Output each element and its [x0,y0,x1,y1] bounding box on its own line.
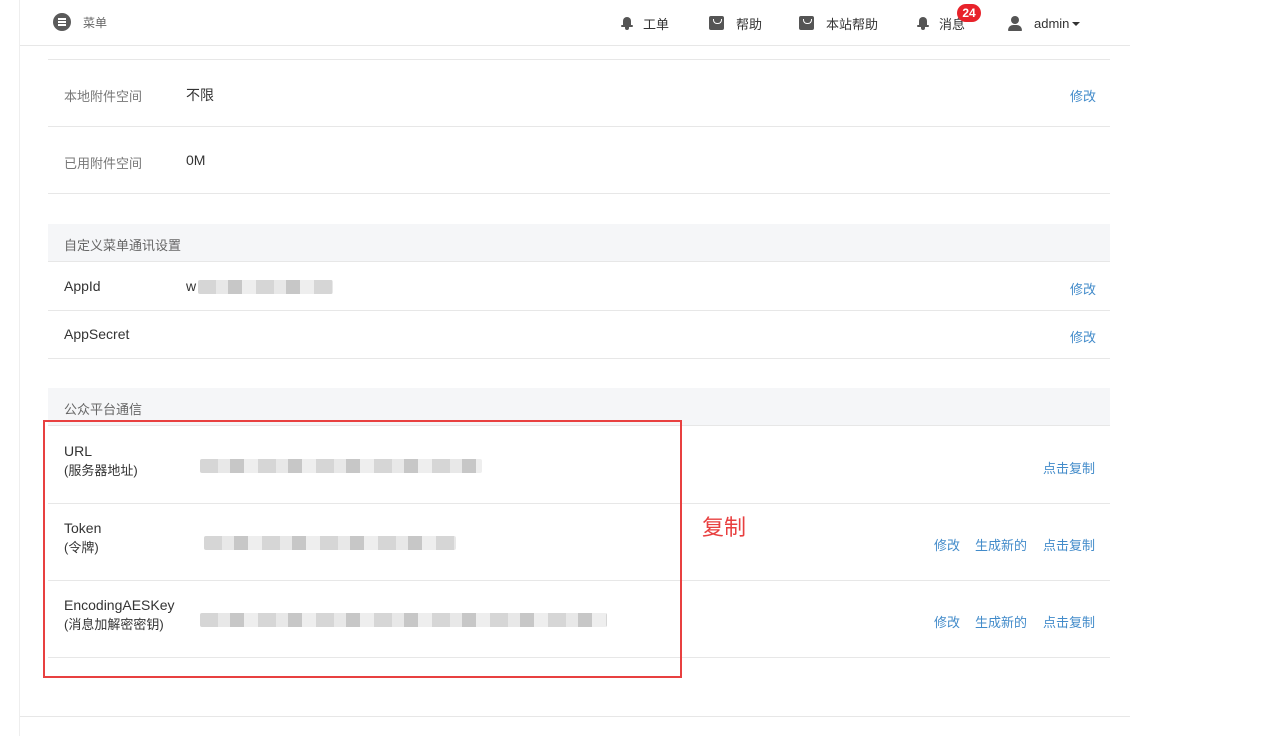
menu-comm-section-header: 自定义菜单通讯设置 [48,224,1110,262]
platform-section-header: 公众平台通信 [48,388,1110,426]
copy-token-link[interactable]: 点击复制 [1043,535,1095,554]
nav-help[interactable]: 帮助 [709,0,762,46]
caret-down-icon [1072,22,1081,26]
redacted-value [204,536,456,550]
local-attachment-label: 本地附件空间 [64,89,143,104]
token-label-text: Token [64,520,102,536]
redacted-value [198,280,333,294]
appid-label: AppId [64,278,101,294]
edit-aeskey-link[interactable]: 修改 [934,612,960,631]
bell-icon [621,16,633,30]
nav-site-help[interactable]: 本站帮助 [799,0,878,46]
appsecret-row: AppSecret 修改 [48,311,1110,359]
url-label-text: URL [64,443,93,459]
redacted-value [200,613,607,627]
nav-site-help-label: 本站帮助 [826,16,879,32]
left-divider [19,0,20,736]
copy-url-link[interactable]: 点击复制 [1043,458,1095,477]
regenerate-aeskey-link[interactable]: 生成新的 [975,612,1027,631]
edit-appsecret-link[interactable]: 修改 [1070,327,1096,346]
shopping-bag-icon [709,16,724,30]
nav-messages[interactable]: 消息 24 [917,0,981,46]
bell-icon [917,16,929,30]
appid-value: w [186,278,197,294]
local-attachment-value: 不限 [186,87,214,103]
token-row: Token (令牌) 修改 生成新的 点击复制 [48,504,1110,581]
menu-list-icon [53,13,71,31]
url-sublabel: (服务器地址) [64,463,138,478]
regenerate-token-link[interactable]: 生成新的 [975,535,1027,554]
top-navbar: 菜单 工单 帮助 本站帮助 消息 24 admin [20,0,1130,46]
edit-local-attachment-link[interactable]: 修改 [1070,86,1096,105]
message-count-badge: 24 [957,4,981,22]
token-label: Token (令牌) [64,519,101,557]
appsecret-label: AppSecret [64,326,130,342]
aeskey-label-text: EncodingAESKey [64,597,175,613]
copy-aeskey-link[interactable]: 点击复制 [1043,612,1095,631]
nav-ticket-label: 工单 [643,16,670,32]
footer-divider [20,716,1130,717]
url-row: URL (服务器地址) 点击复制 [48,427,1110,504]
menu-toggle-button[interactable]: 菜单 [53,13,107,31]
user-menu[interactable]: admin [1008,0,1081,46]
nav-help-label: 帮助 [736,16,763,32]
menu-comm-section-title: 自定义菜单通讯设置 [64,238,182,253]
nav-ticket[interactable]: 工单 [621,0,669,46]
user-icon [1008,15,1022,31]
used-attachment-value: 0M [186,152,206,168]
user-name: admin [1034,15,1070,31]
aeskey-sublabel: (消息加解密密钥) [64,617,164,632]
platform-section-title: 公众平台通信 [64,402,143,417]
edit-appid-link[interactable]: 修改 [1070,279,1096,298]
appid-row: AppId w 修改 [48,263,1110,311]
aeskey-row: EncodingAESKey (消息加解密密钥) 修改 生成新的 点击复制 [48,581,1110,658]
shopping-bag-icon [799,16,814,30]
local-attachment-row: 本地附件空间 不限 修改 [48,60,1110,127]
url-label: URL (服务器地址) [64,442,138,480]
used-attachment-row: 已用附件空间 0M [48,127,1110,194]
used-attachment-label: 已用附件空间 [64,156,143,171]
token-sublabel: (令牌) [64,540,99,555]
redacted-value [200,459,482,473]
edit-token-link[interactable]: 修改 [934,535,960,554]
aeskey-label: EncodingAESKey (消息加解密密钥) [64,596,175,634]
copy-annotation-text: 复制 [702,516,747,541]
menu-label: 菜单 [83,15,108,30]
